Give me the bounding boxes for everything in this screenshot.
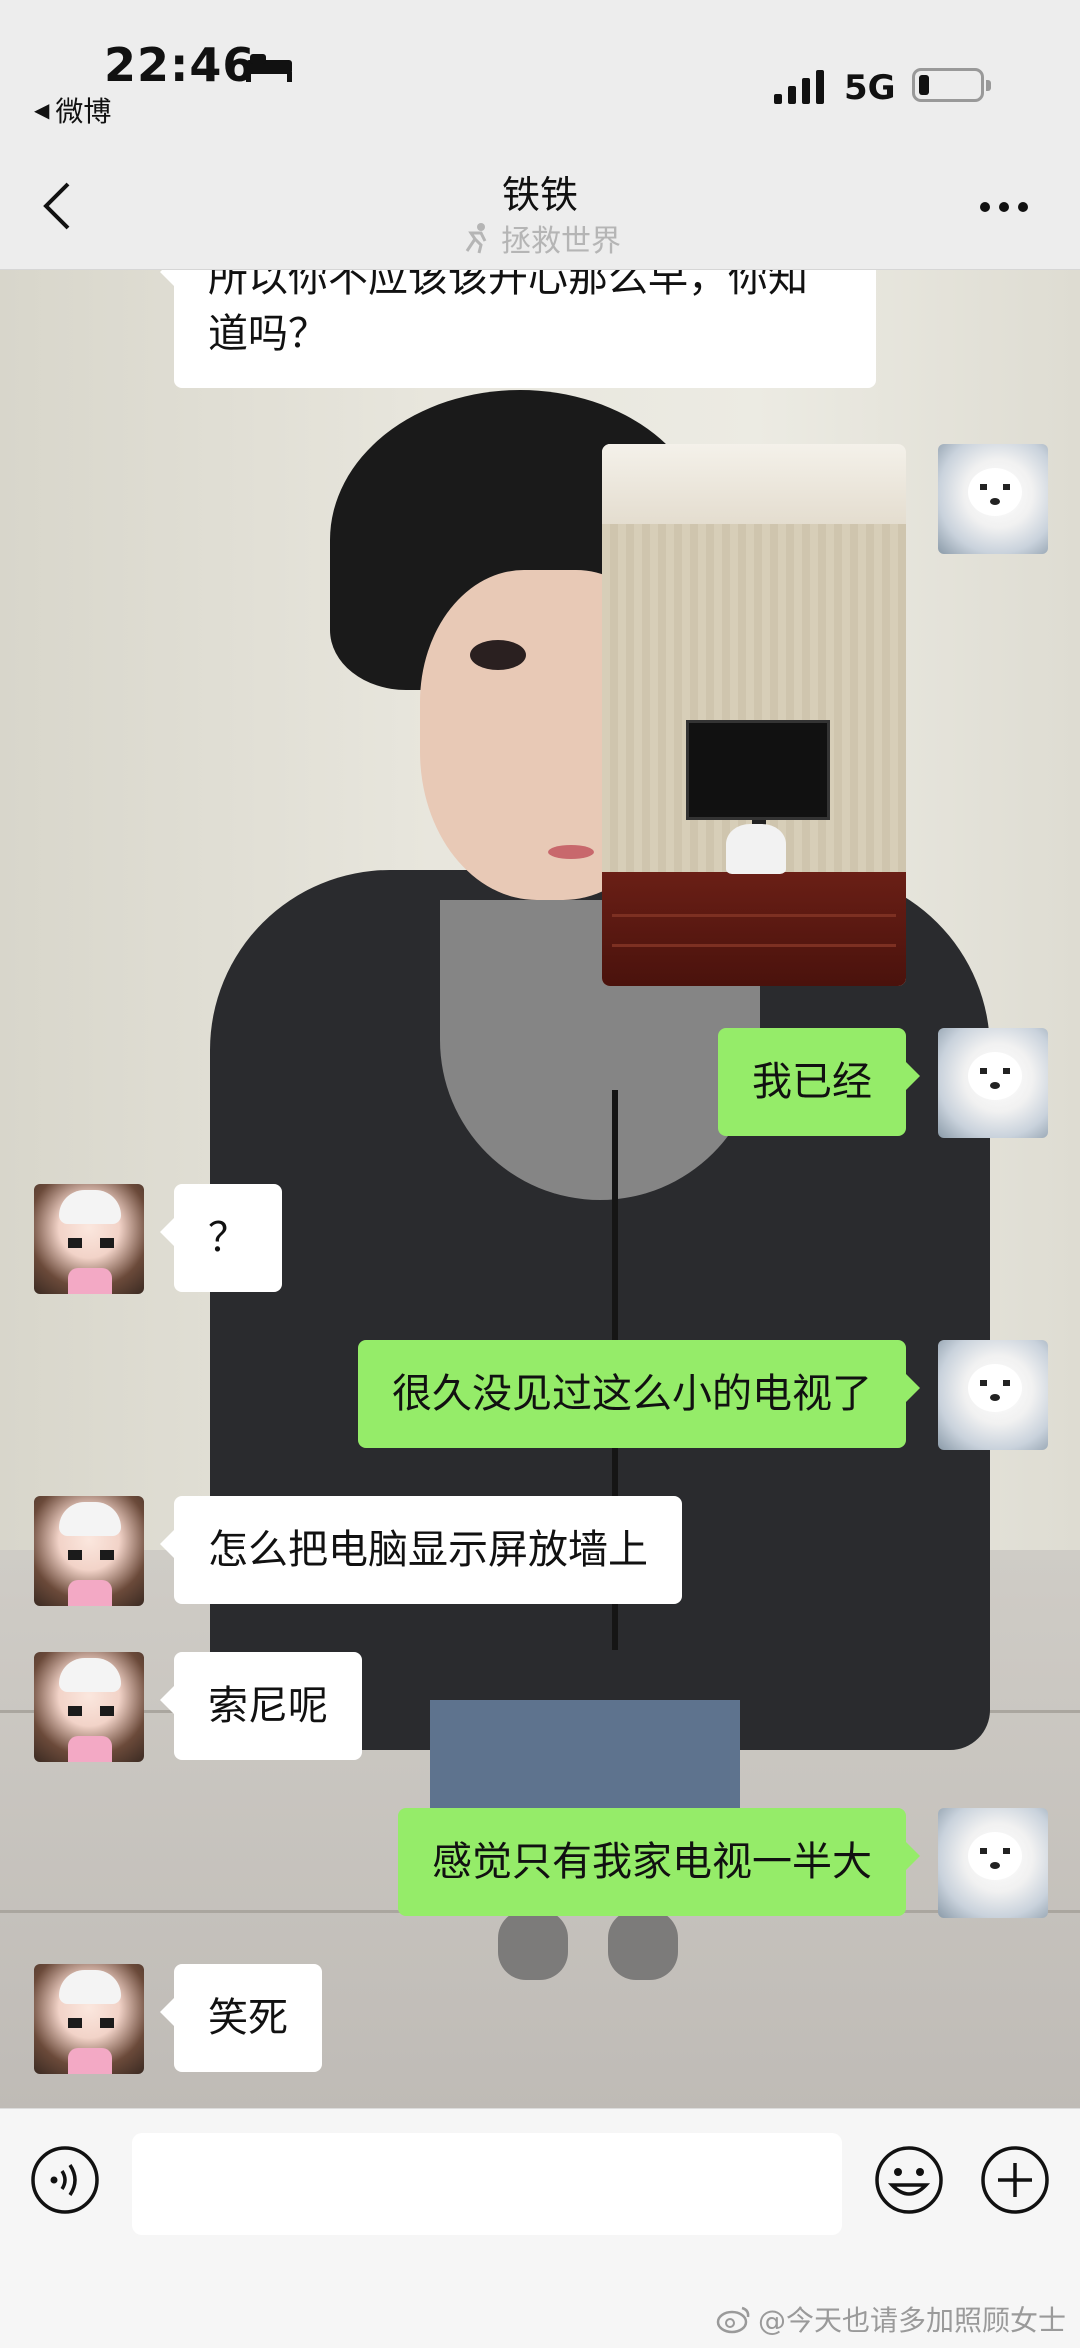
chat-status-text: 拯救世界 [501,224,621,259]
running-status-icon [465,223,487,254]
avatar-girl-dress [68,2048,112,2074]
avatar-dog-eyes [980,484,1010,490]
avatar-girl-eyes [68,1706,114,1716]
message-bubble-received[interactable]: 笑死 [160,1964,322,2072]
message-bubble-sent[interactable]: 很久没见过这么小的电视了 [358,1340,920,1448]
input-bar: @今天也请多加照顾女士 [0,2108,1080,2348]
voice-icon[interactable] [30,2145,100,2215]
avatar-girl-eyes [68,1238,114,1248]
avatar-dog-face [968,1052,1022,1100]
message-bubble-received[interactable]: ？ [160,1184,282,1292]
my-avatar[interactable] [938,444,1048,554]
avatar-girl-hat [59,1502,121,1536]
message-bubble-received[interactable]: 索尼呢 [160,1652,362,1760]
avatar-dog-face [968,468,1022,516]
chat-status-line: 拯救世界 [0,216,1080,260]
my-avatar[interactable] [938,1340,1048,1450]
contact-avatar[interactable] [34,1496,144,1606]
my-avatar[interactable] [938,1808,1048,1918]
avatar-dog-eyes [980,1380,1010,1386]
return-app-label: 微博 [55,95,112,128]
message-text: 索尼呢 [208,1683,328,1729]
photo-ceiling [602,444,906,524]
weibo-icon [716,2306,750,2334]
avatar-girl-hat [59,1658,121,1692]
message-bubble-sent[interactable]: 我已经 [718,1028,920,1136]
status-bar: 22:46 ◀ 微博 5G [0,0,1080,140]
message-bubble-received[interactable]: 怎么把电脑显示屏放墙上 [160,1496,682,1604]
return-to-app-link[interactable]: ◀ 微博 [34,90,111,130]
contact-avatar[interactable] [34,1964,144,2074]
message-text: 我已经 [752,1059,872,1105]
avatar-dog-eyes [980,1068,1010,1074]
chat-header: 铁铁 拯救世界 [0,140,1080,270]
wallpaper-person-eye [470,640,526,670]
message-text: ？ [208,1215,248,1261]
message-input[interactable] [132,2133,842,2235]
battery-cap [986,80,991,91]
photo-cabinet-line [612,914,896,917]
message-bubble-sent[interactable]: 感觉只有我家电视一半大 [398,1808,920,1916]
message-bubble-received[interactable]: 所以你不应该该开心那么早，你知道吗？ [160,270,876,388]
more-icon[interactable] [978,200,1030,214]
wallpaper-person-mouth [548,845,594,859]
signal-icon [774,70,824,104]
avatar-girl-eyes [68,1550,114,1560]
wallpaper-person-shoe [498,1910,568,1980]
contact-avatar[interactable] [34,1652,144,1762]
message-text: 笑死 [208,1995,288,2041]
watermark-text: @今天也请多加照顾女士 [758,2304,1067,2337]
avatar-dog-nose [990,1082,1000,1089]
photo-cabinet [602,872,906,986]
back-triangle-icon: ◀ [34,98,50,122]
network-type: 5G [844,68,896,108]
message-text: 怎么把电脑显示屏放墙上 [208,1527,648,1573]
avatar-girl-hat [59,1190,121,1224]
battery-icon [912,68,991,102]
battery-level [919,75,929,95]
plus-icon[interactable] [980,2145,1050,2215]
avatar-dog-nose [990,498,1000,505]
avatar-girl-hat [59,1970,121,2004]
chat-area[interactable]: 所以你不应该该开心那么早，你知道吗？ 我已经 ？ 很久没见过这么小的电视了 怎么… [0,270,1080,2108]
avatar-dog-eyes [980,1848,1010,1854]
message-text: 所以你不应该该开心那么早，你知道吗？ [208,270,808,357]
photo-cabinet-line [612,944,896,947]
avatar-dog-nose [990,1394,1000,1401]
avatar-dog-nose [990,1862,1000,1869]
avatar-dog-face [968,1832,1022,1880]
chat-title: 铁铁 [501,173,578,217]
message-image-sent[interactable] [602,444,906,986]
avatar-girl-dress [68,1268,112,1294]
avatar-girl-dress [68,1736,112,1762]
my-avatar[interactable] [938,1028,1048,1138]
emoji-icon[interactable] [874,2145,944,2215]
message-text: 感觉只有我家电视一半大 [432,1839,872,1885]
avatar-girl-eyes [68,2018,114,2028]
bed-icon [246,54,292,82]
status-time: 22:46 [104,38,256,92]
watermark: @今天也请多加照顾女士 [716,2299,1066,2339]
avatar-dog-face [968,1364,1022,1412]
avatar-girl-dress [68,1580,112,1606]
message-text: 很久没见过这么小的电视了 [392,1371,872,1417]
photo-bag [726,824,786,874]
photo-tv [686,720,830,820]
wallpaper-person-shoe [608,1910,678,1980]
contact-avatar[interactable] [34,1184,144,1294]
